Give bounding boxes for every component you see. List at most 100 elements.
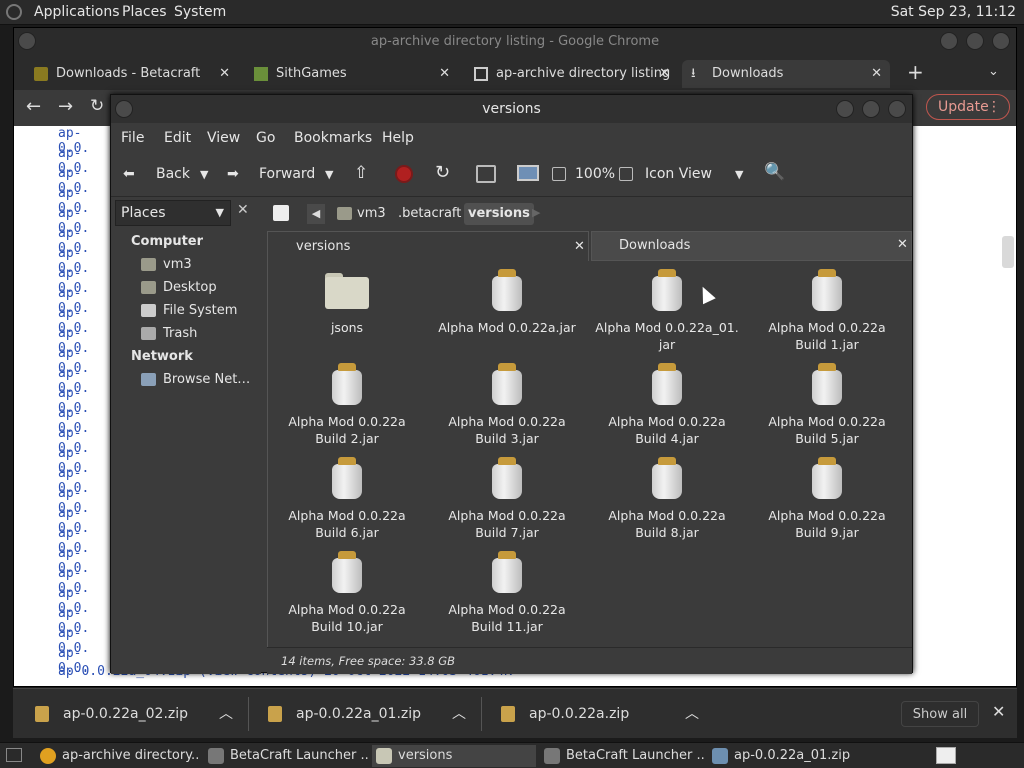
forward-button[interactable]: Forward [259, 166, 315, 182]
back-button[interactable]: Back [156, 166, 190, 182]
close-tab-icon[interactable]: ✕ [871, 60, 882, 88]
menu-go[interactable]: Go [256, 130, 275, 146]
close-tab-icon[interactable]: ✕ [219, 60, 230, 88]
close-tab-icon[interactable]: ✕ [659, 60, 670, 88]
menu-view[interactable]: View [207, 130, 240, 146]
new-tab-button[interactable]: + [907, 60, 924, 84]
taskbar-item-chrome[interactable]: ap-archive directory... [36, 745, 200, 767]
update-button[interactable]: Update ⋮ [926, 94, 1010, 120]
more-vertical-icon[interactable]: ⋮ [987, 95, 1001, 119]
file-item[interactable]: Alpha Mod 0.0.22a Build 3.jar [432, 363, 582, 447]
taskbar-item-betacraft[interactable]: BetaCraft Launcher ... [540, 745, 704, 767]
path-right-chevron-icon[interactable]: ▶ [532, 206, 540, 219]
file-item[interactable]: Alpha Mod 0.0.22a Build 6.jar [272, 457, 422, 541]
chevron-up-icon[interactable]: ︿ [452, 701, 466, 727]
path-crumb-vm3[interactable]: vm3 [333, 203, 390, 225]
close-window-button[interactable] [888, 100, 906, 118]
folder-item[interactable]: jsons [272, 269, 422, 336]
up-arrow-icon[interactable]: ⇧ [354, 163, 368, 183]
close-pane-icon[interactable]: ✕ [897, 237, 908, 252]
file-item[interactable]: Alpha Mod 0.0.22a Build 2.jar [272, 363, 422, 447]
system-menu[interactable]: System [174, 4, 226, 20]
path-left-chevron-icon[interactable]: ◀ [307, 204, 325, 224]
chevron-up-icon[interactable]: ︿ [685, 701, 699, 727]
file-item[interactable]: Alpha Mod 0.0.22a Build 7.jar [432, 457, 582, 541]
close-pane-icon[interactable]: ✕ [574, 239, 585, 254]
zoom-in-icon[interactable] [619, 167, 633, 181]
view-mode-select[interactable]: Icon View [645, 166, 712, 182]
home-icon[interactable] [476, 165, 496, 183]
file-item[interactable]: Alpha Mod 0.0.22a Build 10.jar [272, 551, 422, 635]
back-history-chevron-icon[interactable]: ▼ [200, 168, 208, 181]
tab-downloads-betacraft[interactable]: Downloads - Betacraft ✕ [26, 60, 238, 88]
menu-bookmarks[interactable]: Bookmarks [294, 130, 372, 146]
window-menu-button[interactable] [18, 32, 36, 50]
zoom-out-icon[interactable] [552, 167, 566, 181]
search-icon[interactable]: 🔍 [764, 162, 785, 182]
places-combo[interactable]: Places ▼ [115, 200, 231, 226]
reload-icon[interactable]: ↻ [90, 96, 104, 116]
menu-file[interactable]: File [121, 130, 144, 146]
menu-edit[interactable]: Edit [164, 130, 191, 146]
minimize-button[interactable] [940, 32, 958, 50]
toolbar: ⬅ Back ▼ ➡ Forward ▼ ⇧ ↻ 100% Icon View … [111, 153, 912, 197]
menu-help[interactable]: Help [382, 130, 414, 146]
download-item[interactable]: ap-0.0.22a_02.zip ︿ [27, 701, 237, 727]
file-item[interactable]: Alpha Mod 0.0.22a Build 1.jar [752, 269, 902, 353]
tab-ap-archive[interactable]: ap-archive directory listing ✕ [466, 60, 678, 88]
pane-tab-versions[interactable]: versions ✕ [267, 231, 589, 263]
window-menu-button[interactable] [115, 100, 133, 118]
applications-menu[interactable]: Applications [34, 4, 120, 20]
file-item[interactable]: Alpha Mod 0.0.22a.jar [432, 269, 582, 336]
taskbar-item-betacraft[interactable]: BetaCraft Launcher ... [204, 745, 368, 767]
file-item[interactable]: Alpha Mod 0.0.22a Build 11.jar [432, 551, 582, 635]
close-sidebar-icon[interactable]: ✕ [237, 202, 249, 218]
tab-downloads[interactable]: ⭳ Downloads ✕ [682, 60, 890, 88]
sidebar-item-trash[interactable]: Trash [141, 326, 197, 341]
path-crumb-betacraft[interactable]: .betacraft [394, 203, 465, 225]
sidebar-item-file-system[interactable]: File System [141, 303, 237, 318]
chevron-up-icon[interactable]: ︿ [219, 701, 233, 727]
desktop-folder-icon [141, 281, 156, 294]
forward-arrow-icon[interactable]: ➡ [227, 166, 239, 182]
download-item[interactable]: ap-0.0.22a_01.zip ︿ [260, 701, 470, 727]
file-item[interactable]: Alpha Mod 0.0.22a_01. jar [592, 269, 742, 353]
sidebar-item-browse-network[interactable]: Browse Net… [141, 372, 250, 387]
tab-sithgames[interactable]: SithGames ✕ [246, 60, 458, 88]
stop-icon[interactable] [395, 165, 413, 183]
back-arrow-icon[interactable]: ← [26, 96, 41, 117]
mate-logo-icon[interactable] [6, 4, 22, 20]
places-menu[interactable]: Places [122, 4, 167, 20]
forward-history-chevron-icon[interactable]: ▼ [325, 168, 333, 181]
maximize-button[interactable] [862, 100, 880, 118]
file-item[interactable]: Alpha Mod 0.0.22a Build 9.jar [752, 457, 902, 541]
show-desktop-icon[interactable] [6, 748, 22, 762]
zoom-level[interactable]: 100% [575, 166, 615, 182]
clock[interactable]: Sat Sep 23, 11:12 [891, 4, 1016, 20]
sidebar-item-desktop[interactable]: Desktop [141, 280, 217, 295]
show-all-button[interactable]: Show all [901, 701, 979, 727]
back-arrow-icon[interactable]: ⬅ [123, 166, 135, 182]
path-crumb-versions[interactable]: versions [464, 203, 534, 225]
scrollbar-thumb[interactable] [1002, 236, 1014, 268]
download-item[interactable]: ap-0.0.22a.zip ︿ [493, 701, 703, 727]
pane-tab-downloads[interactable]: Downloads ✕ [591, 231, 912, 261]
minimize-button[interactable] [836, 100, 854, 118]
close-downloads-bar-button[interactable]: ✕ [992, 702, 1005, 721]
tab-search-chevron-icon[interactable]: ⌄ [988, 64, 999, 79]
file-item[interactable]: Alpha Mod 0.0.22a Build 8.jar [592, 457, 742, 541]
edit-location-icon[interactable] [273, 205, 289, 221]
maximize-button[interactable] [966, 32, 984, 50]
file-item[interactable]: Alpha Mod 0.0.22a Build 5.jar [752, 363, 902, 447]
file-item[interactable]: Alpha Mod 0.0.22a Build 4.jar [592, 363, 742, 447]
close-tab-icon[interactable]: ✕ [439, 60, 450, 88]
workspace-switcher[interactable] [936, 747, 956, 764]
forward-arrow-icon[interactable]: → [58, 96, 73, 117]
taskbar-item-archive[interactable]: ap-0.0.22a_01.zip [708, 745, 872, 767]
view-mode-chevron-icon[interactable]: ▼ [735, 168, 743, 181]
close-window-button[interactable] [992, 32, 1010, 50]
sidebar-item-vm3[interactable]: vm3 [141, 257, 192, 272]
computer-icon[interactable] [517, 165, 539, 181]
taskbar-item-versions[interactable]: versions [372, 745, 536, 767]
reload-icon[interactable]: ↻ [435, 162, 450, 183]
